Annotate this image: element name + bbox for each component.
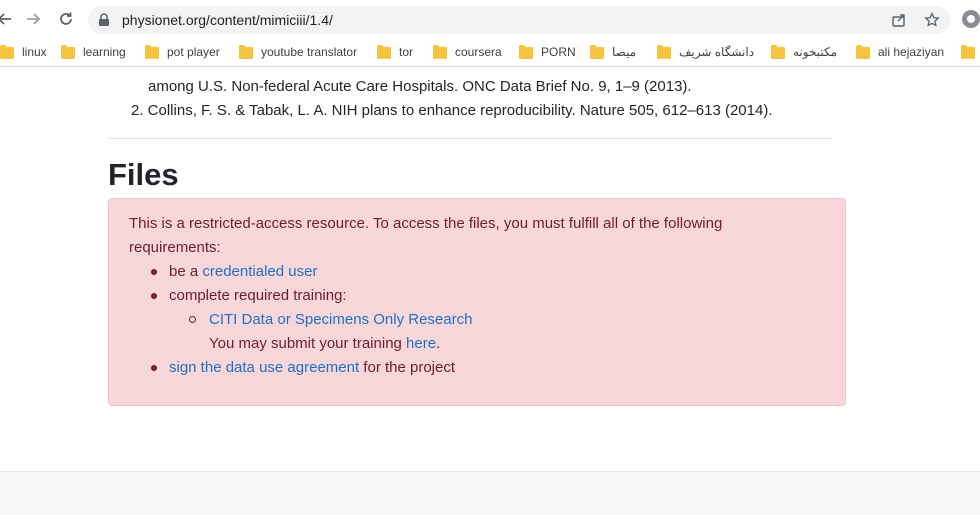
page-content: among U.S. Non-federal Acute Care Hospit…	[0, 67, 980, 515]
bookmark-learning[interactable]: learning	[61, 43, 126, 61]
bookmark-pot-player[interactable]: pot player	[145, 43, 220, 61]
alert-intro-line-2: requirements:	[129, 239, 221, 256]
requirement-data-use-agreement: sign the data use agreement for the proj…	[169, 356, 455, 380]
bookmarks-bar: linux learning pot player youtube transl…	[0, 38, 980, 67]
bullet-icon	[151, 293, 157, 299]
folder-icon	[519, 45, 533, 59]
bookmark-misa[interactable]: میصا	[590, 43, 636, 61]
bookmark-ali-hejaziyan[interactable]: ali hejaziyan	[856, 43, 944, 61]
lock-icon	[99, 13, 109, 26]
arrow-right-icon	[27, 13, 41, 25]
alert-intro-line-1: This is a restricted-access resource. To…	[129, 215, 723, 232]
extension-icon[interactable]	[962, 10, 980, 28]
bookmark-label: learning	[83, 45, 126, 59]
folder-icon	[0, 45, 14, 59]
folder-icon	[657, 45, 671, 59]
back-button[interactable]	[0, 8, 16, 30]
bookmark-label: pot player	[167, 45, 220, 59]
folder-icon	[856, 45, 870, 59]
bookmark-linux[interactable]: linux	[0, 43, 47, 61]
bookmark-maktabkhooneh[interactable]: مکتبخونه	[771, 43, 837, 61]
bookmark-porn[interactable]: PORN	[519, 43, 576, 61]
folder-icon	[590, 45, 604, 59]
folder-icon	[377, 45, 391, 59]
bookmark-label: coursera	[455, 45, 502, 59]
folder-icon	[771, 45, 785, 59]
requirement-credentialed-user: be a credentialed user	[169, 260, 317, 284]
page-footer	[0, 471, 980, 515]
alert-intro: This is a restricted-access resource. To…	[129, 212, 809, 260]
bullet-icon	[151, 365, 157, 371]
reload-button[interactable]	[55, 8, 77, 30]
credentialed-user-link[interactable]: credentialed user	[202, 263, 317, 280]
submit-training-suffix: .	[436, 335, 441, 352]
restricted-access-alert: This is a restricted-access resource. To…	[108, 198, 846, 406]
folder-icon	[961, 45, 975, 59]
bookmark-label: ali hejaziyan	[878, 45, 945, 59]
circle-bullet-icon	[189, 316, 196, 323]
submit-training-prefix: You may submit your training	[209, 335, 407, 352]
bookmark-label: youtube translator	[261, 45, 358, 59]
url-text[interactable]: physionet.org/content/mimiciii/1.4/	[122, 12, 333, 28]
requirement-training: complete required training:	[169, 287, 347, 304]
bookmark-label: linux	[22, 45, 47, 59]
folder-icon	[239, 45, 253, 59]
submit-training-text: You may submit your training here.	[209, 332, 440, 356]
bookmark-label: مکتبخونه	[793, 45, 838, 59]
folder-icon	[61, 45, 75, 59]
section-divider	[108, 138, 833, 139]
address-bar[interactable]: physionet.org/content/mimiciii/1.4/	[88, 6, 950, 34]
training-item: CITI Data or Specimens Only Research	[209, 308, 472, 332]
bookmark-coursera[interactable]: coursera	[433, 43, 502, 61]
requirement-text: be a	[169, 263, 203, 280]
files-heading: Files	[108, 157, 179, 192]
bookmark-tor[interactable]: tor	[377, 43, 413, 61]
submit-training-link[interactable]: here	[406, 335, 436, 352]
browser-toolbar: physionet.org/content/mimiciii/1.4/	[0, 0, 980, 38]
citi-training-link[interactable]: CITI Data or Specimens Only Research	[209, 311, 472, 328]
folder-icon	[433, 45, 447, 59]
bookmark-label: میصا	[612, 45, 637, 59]
bookmark-label: دانشگاه شریف	[679, 45, 755, 59]
requirement-text: for the project	[359, 359, 456, 376]
bullet-icon	[151, 269, 157, 275]
share-icon[interactable]	[891, 12, 907, 28]
bookmark-overflow[interactable]	[961, 43, 980, 61]
reference-item-1: among U.S. Non-federal Acute Care Hospit…	[148, 78, 692, 95]
reload-icon	[60, 12, 72, 25]
bookmark-label: tor	[399, 45, 414, 59]
data-use-agreement-link[interactable]: sign the data use agreement	[169, 359, 359, 376]
bookmark-sharif-university[interactable]: دانشگاه شریف	[657, 43, 754, 61]
bookmark-label: PORN	[541, 45, 576, 59]
forward-button[interactable]	[22, 8, 44, 30]
bookmark-youtube-translator[interactable]: youtube translator	[239, 43, 357, 61]
star-icon[interactable]	[924, 12, 940, 28]
arrow-left-icon	[0, 13, 11, 25]
reference-item-2: 2. Collins, F. S. & Tabak, L. A. NIH pla…	[131, 102, 773, 119]
folder-icon	[145, 45, 159, 59]
